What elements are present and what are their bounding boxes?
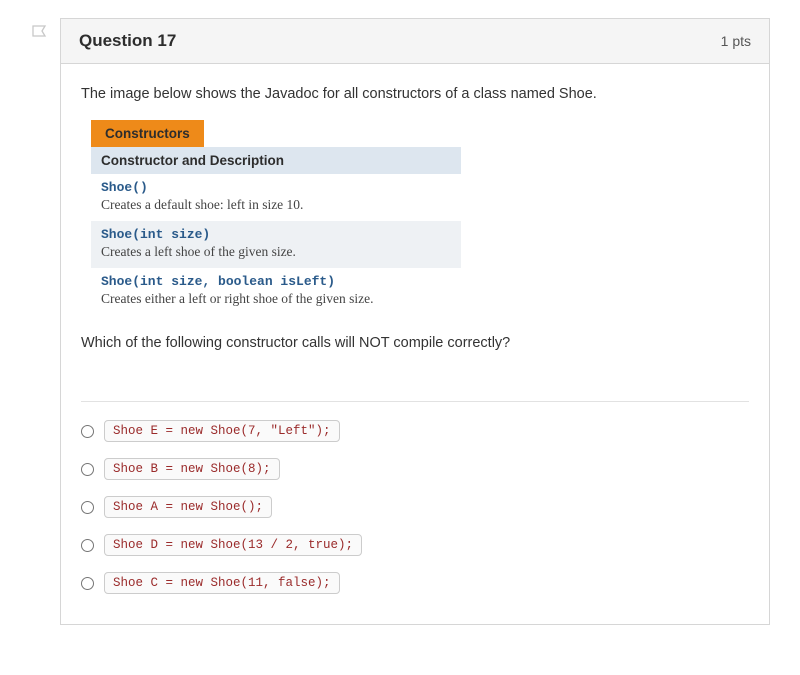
constructor-description: Creates a left shoe of the given size.	[101, 244, 451, 260]
option-row[interactable]: Shoe E = new Shoe(7, "Left");	[81, 420, 749, 442]
javadoc-row: Shoe() Creates a default shoe: left in s…	[91, 174, 461, 221]
option-row[interactable]: Shoe A = new Shoe();	[81, 496, 749, 518]
question-title: Question 17	[79, 31, 176, 51]
options-list: Shoe E = new Shoe(7, "Left"); Shoe B = n…	[81, 420, 749, 594]
option-row[interactable]: Shoe D = new Shoe(13 / 2, true);	[81, 534, 749, 556]
constructor-signature: Shoe(int size, boolean isLeft)	[101, 274, 451, 289]
option-row[interactable]: Shoe B = new Shoe(8);	[81, 458, 749, 480]
option-code: Shoe A = new Shoe();	[104, 496, 272, 518]
option-radio[interactable]	[81, 425, 94, 438]
option-code: Shoe B = new Shoe(8);	[104, 458, 280, 480]
flag-icon[interactable]	[30, 24, 50, 44]
javadoc-table: Constructor and Description Shoe() Creat…	[91, 147, 461, 315]
question-header: Question 17 1 pts	[61, 19, 769, 64]
sub-question: Which of the following constructor calls…	[81, 335, 749, 351]
intro-text: The image below shows the Javadoc for al…	[81, 86, 749, 102]
constructor-signature: Shoe()	[101, 180, 451, 195]
constructor-description: Creates either a left or right shoe of t…	[101, 291, 451, 307]
javadoc-row: Shoe(int size) Creates a left shoe of th…	[91, 221, 461, 268]
option-radio[interactable]	[81, 501, 94, 514]
option-code: Shoe D = new Shoe(13 / 2, true);	[104, 534, 362, 556]
javadoc-row: Shoe(int size, boolean isLeft) Creates e…	[91, 268, 461, 315]
option-radio[interactable]	[81, 539, 94, 552]
option-row[interactable]: Shoe C = new Shoe(11, false);	[81, 572, 749, 594]
option-radio[interactable]	[81, 577, 94, 590]
javadoc-header: Constructor and Description	[91, 147, 461, 174]
option-radio[interactable]	[81, 463, 94, 476]
question-body: The image below shows the Javadoc for al…	[61, 64, 769, 624]
constructor-signature: Shoe(int size)	[101, 227, 451, 242]
option-code: Shoe E = new Shoe(7, "Left");	[104, 420, 340, 442]
option-code: Shoe C = new Shoe(11, false);	[104, 572, 340, 594]
javadoc-box: Constructors Constructor and Description…	[91, 120, 461, 315]
divider	[81, 401, 749, 402]
question-card: Question 17 1 pts The image below shows …	[60, 18, 770, 625]
constructor-description: Creates a default shoe: left in size 10.	[101, 197, 451, 213]
question-points: 1 pts	[721, 33, 751, 49]
javadoc-tab: Constructors	[91, 120, 204, 147]
